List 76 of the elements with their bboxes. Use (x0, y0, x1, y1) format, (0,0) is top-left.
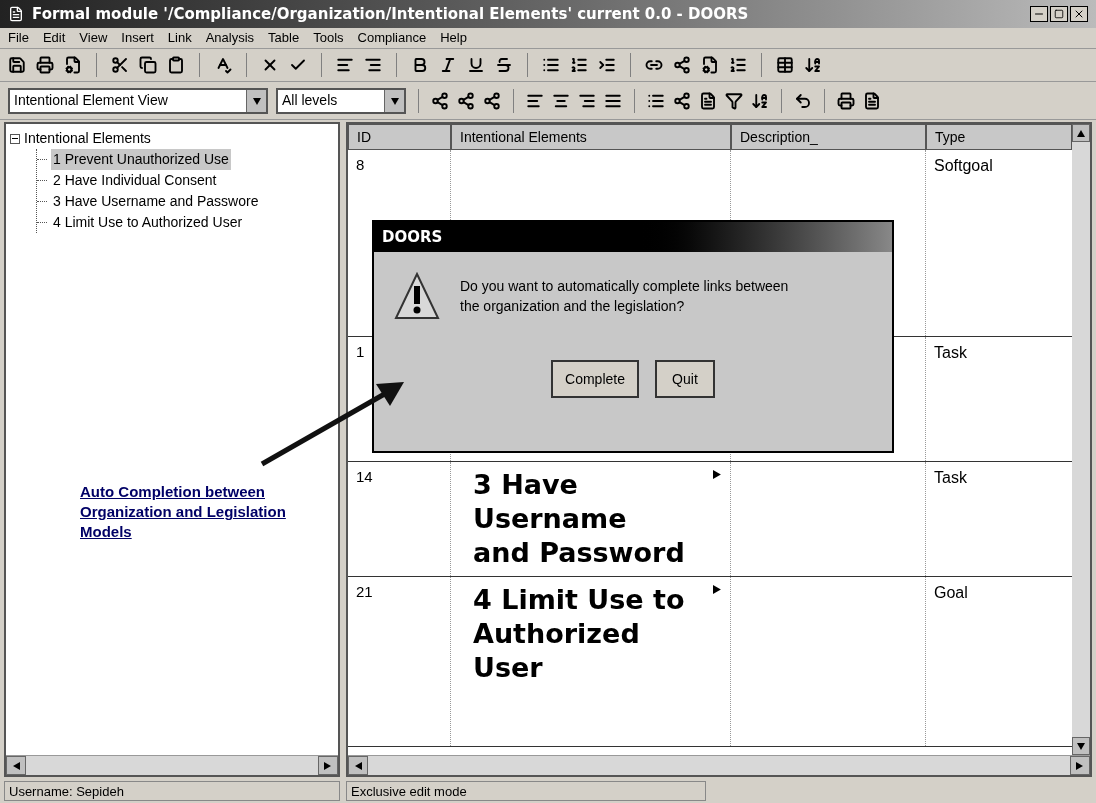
dropdown-arrow-icon (390, 96, 399, 105)
window-title: Formal module '/Compliance/Organization/Intentional Elements' current 0.0 - DOORS (32, 3, 750, 25)
document-icon (8, 6, 24, 22)
menu-item[interactable]: Tools (313, 28, 344, 48)
right-arrow-icon (324, 761, 332, 770)
menu-item[interactable]: Insert (121, 28, 154, 48)
left-arrow-icon (354, 761, 362, 770)
align-right-icon[interactable] (364, 56, 382, 74)
column-header[interactable]: ID (348, 124, 451, 150)
align-left-icon[interactable] (336, 56, 354, 74)
warning-icon (394, 272, 440, 320)
list-icon[interactable] (542, 56, 560, 74)
horizontal-scrollbar[interactable] (6, 755, 338, 775)
indent-icon[interactable] (598, 56, 616, 74)
table-cell-text: 4 Limit Use to Authorized User (473, 583, 686, 685)
table-cell-text: 3 Have Username and Password (473, 468, 686, 570)
save-icon[interactable] (8, 56, 26, 74)
link-marker-icon (713, 585, 722, 594)
dropdown-arrow-icon (252, 96, 261, 105)
italic-icon[interactable] (439, 56, 457, 74)
annotation-text: Auto Completion between Organization and Legislation Models (80, 482, 287, 542)
column-header[interactable]: Intentional Elements (451, 124, 731, 150)
document-icon[interactable] (699, 91, 717, 110)
down-arrow-icon (1077, 742, 1085, 750)
close-button[interactable] (1070, 6, 1088, 22)
link-marker-icon (713, 470, 722, 479)
column-header[interactable]: Description_ (731, 124, 926, 150)
table-cell: 21 (348, 577, 451, 746)
curved-arrow-icon[interactable] (794, 91, 812, 110)
right-arrow-icon (1076, 761, 1084, 770)
menu-item[interactable]: File (8, 28, 29, 48)
strikethrough-icon[interactable] (495, 56, 513, 74)
table-cell-text: Softgoal (933, 156, 994, 176)
horizontal-scrollbar[interactable] (348, 755, 1090, 775)
menu-item[interactable]: Edit (42, 28, 66, 48)
vertical-scrollbar[interactable] (1072, 124, 1090, 755)
up-arrow-icon (1077, 129, 1085, 137)
status-field: Exclusive edit mode (346, 781, 706, 801)
dialog-message: Do you want to automatically complete links between the organization and the legislation? (460, 277, 790, 316)
maximize-icon (1054, 9, 1064, 19)
minimize-button[interactable] (1030, 6, 1048, 22)
collapse-icon[interactable] (10, 133, 20, 144)
maximize-button[interactable] (1050, 6, 1068, 22)
table-cell-text: Task (933, 468, 968, 488)
underline-icon[interactable] (467, 56, 485, 74)
paste-icon[interactable] (167, 56, 185, 74)
menu-item[interactable]: Analysis (205, 28, 255, 48)
menu-item[interactable]: Table (268, 28, 300, 48)
copy-icon[interactable] (139, 56, 157, 74)
menu-item[interactable]: Help (440, 28, 467, 48)
tree-item[interactable]: Intentional Elements (24, 128, 151, 149)
status-field: Username: Sepideh (4, 781, 340, 801)
column-header[interactable]: Type (926, 124, 1072, 150)
left-arrow-icon (12, 761, 20, 770)
tree-item[interactable]: 1 Prevent Unauthorized Use (51, 149, 231, 170)
cut-icon[interactable] (111, 56, 129, 74)
table-icon[interactable] (776, 56, 794, 74)
filter-icon[interactable] (725, 91, 743, 110)
level-dropdown[interactable]: All levels (276, 87, 406, 114)
numbered-list-icon[interactable] (570, 56, 588, 74)
tree-item[interactable]: 4 Limit Use to Authorized User (51, 212, 245, 233)
view-dropdown[interactable]: Intentional Element View (8, 87, 268, 114)
tree-item[interactable]: 3 Have Username and Passwore (51, 191, 261, 212)
print-icon[interactable] (36, 56, 54, 74)
dialog-title: DOORS (382, 226, 443, 248)
table-cell-text: Goal (933, 583, 969, 603)
close-icon (1073, 8, 1085, 20)
tree-item[interactable]: 2 Have Individual Consent (51, 170, 219, 191)
properties-icon[interactable] (64, 56, 82, 74)
menu-item[interactable]: Compliance (357, 28, 427, 48)
dialog-button[interactable]: Complete (551, 360, 639, 398)
dialog-button[interactable]: Quit (654, 360, 715, 398)
menu-item[interactable]: Link (167, 28, 192, 48)
menu-item[interactable]: View (79, 28, 108, 48)
table-cell-text: Task (933, 343, 968, 363)
table-cell: 14 (348, 462, 451, 576)
